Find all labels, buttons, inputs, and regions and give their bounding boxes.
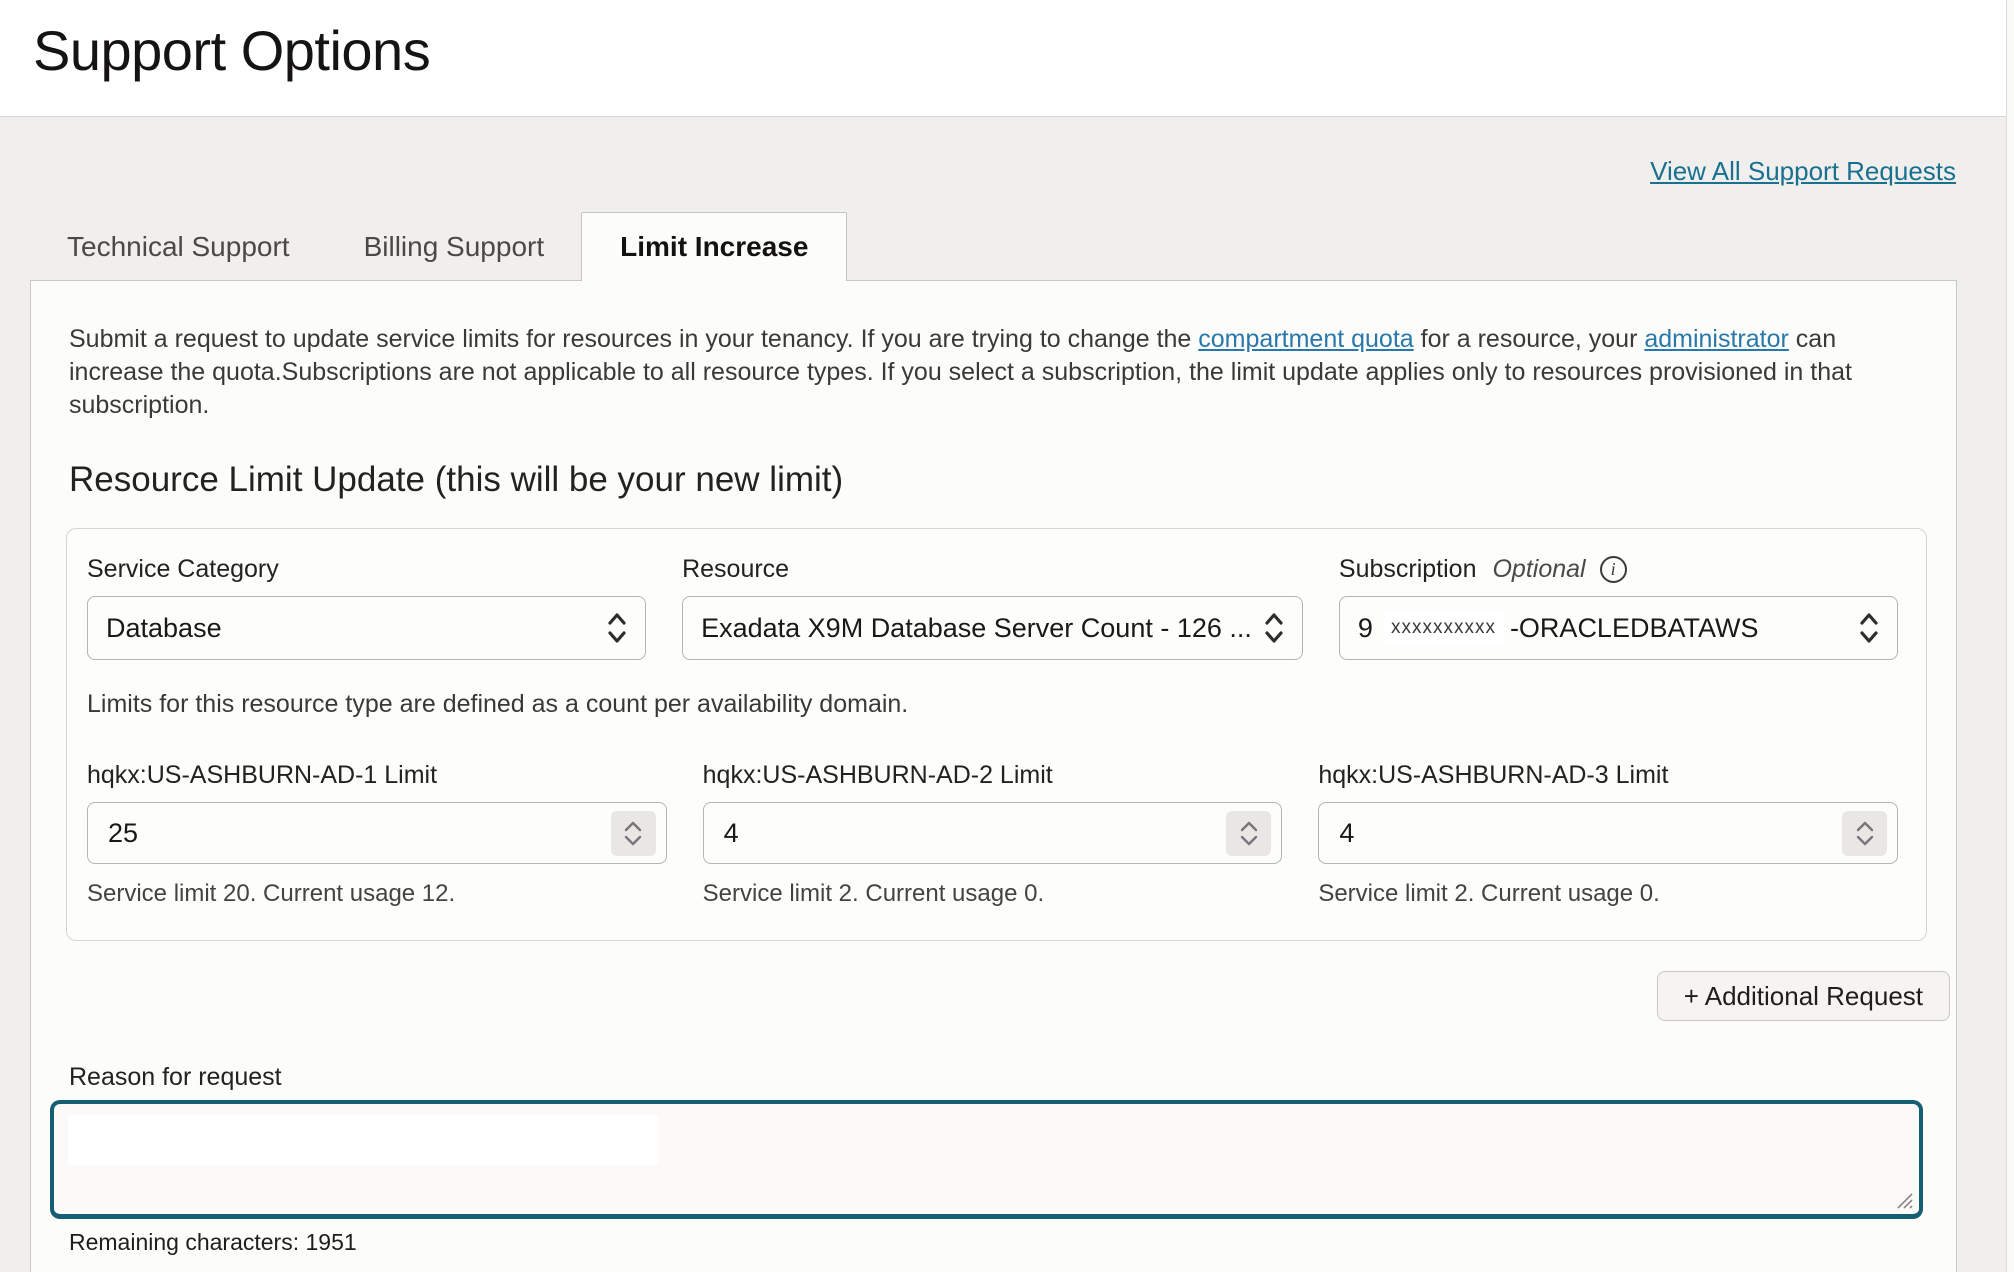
subscription-masked-id: xxxxxxxxxx xyxy=(1383,611,1504,645)
subscription-select[interactable]: 9 xxxxxxxxxx-ORACLEDBATAWS xyxy=(1339,596,1898,660)
ad2-limit-stepper[interactable] xyxy=(1226,811,1271,856)
reason-textarea-container xyxy=(50,1100,1923,1219)
subscription-field: Subscription Optional i 9 xxxxxxxxxx-ORAC… xyxy=(1339,555,1898,660)
service-category-select[interactable]: Database xyxy=(87,596,646,660)
service-category-label: Service Category xyxy=(87,555,646,584)
chevron-up-down-icon xyxy=(605,608,629,648)
ad3-limit-label: hqkx:US-ASHBURN-AD-3 Limit xyxy=(1318,761,1898,790)
chevron-down-icon xyxy=(624,835,642,846)
ad3-limit-field: hqkx:US-ASHBURN-AD-3 Limit Service limit… xyxy=(1318,761,1898,908)
chevron-up-icon xyxy=(1856,821,1874,832)
ad2-limit-input[interactable] xyxy=(703,802,1283,864)
ad2-limit-label: hqkx:US-ASHBURN-AD-2 Limit xyxy=(703,761,1283,790)
subscription-label: Subscription xyxy=(1339,555,1477,584)
resource-value: Exadata X9M Database Server Count - 126 … xyxy=(701,613,1252,644)
ad1-limit-field: hqkx:US-ASHBURN-AD-1 Limit Service limit… xyxy=(87,761,667,908)
ad1-limit-stepper[interactable] xyxy=(611,811,656,856)
ad1-limit-label: hqkx:US-ASHBURN-AD-1 Limit xyxy=(87,761,667,790)
subscription-label-row: Subscription Optional i xyxy=(1339,555,1898,584)
tab-billing-support[interactable]: Billing Support xyxy=(364,231,545,263)
ad3-limit-stepper[interactable] xyxy=(1842,811,1887,856)
subscription-value: 9 xxxxxxxxxx-ORACLEDBATAWS xyxy=(1358,611,1847,645)
additional-request-button[interactable]: + Additional Request xyxy=(1657,971,1950,1021)
chevron-up-icon xyxy=(624,821,642,832)
ad-limits-row: hqkx:US-ASHBURN-AD-1 Limit Service limit… xyxy=(87,761,1898,908)
remaining-characters-text: Remaining characters: 1951 xyxy=(69,1229,1918,1256)
availability-domain-note: Limits for this resource type are define… xyxy=(87,690,1898,719)
resource-field: Resource Exadata X9M Database Server Cou… xyxy=(682,555,1303,660)
resource-label: Resource xyxy=(682,555,1303,584)
administrator-link[interactable]: administrator xyxy=(1644,325,1789,353)
ad3-limit-input-shell xyxy=(1318,802,1898,864)
chevron-up-down-icon xyxy=(1262,608,1286,648)
selector-row: Service Category Database Resource Exada… xyxy=(87,555,1898,660)
support-tabs: Technical Support Billing Support Limit … xyxy=(67,212,847,281)
ad1-limit-input-shell xyxy=(87,802,667,864)
compartment-quota-link[interactable]: compartment quota xyxy=(1198,325,1413,353)
ad2-limit-field: hqkx:US-ASHBURN-AD-2 Limit Service limit… xyxy=(703,761,1283,908)
chevron-up-icon xyxy=(1240,821,1258,832)
chevron-up-down-icon xyxy=(1857,608,1881,648)
ad2-limit-helper: Service limit 2. Current usage 0. xyxy=(703,880,1283,908)
page-header: Support Options xyxy=(0,0,2014,117)
tab-technical-support[interactable]: Technical Support xyxy=(67,231,290,263)
info-icon[interactable]: i xyxy=(1600,556,1627,583)
view-all-support-requests-link[interactable]: View All Support Requests xyxy=(1650,156,1956,187)
page-title: Support Options xyxy=(33,18,430,83)
intro-text-1: Submit a request to update service limit… xyxy=(69,325,1198,353)
subscription-optional-tag: Optional xyxy=(1492,555,1585,584)
chevron-down-icon xyxy=(1240,835,1258,846)
ad2-limit-input-shell xyxy=(703,802,1283,864)
resource-limit-card: Service Category Database Resource Exada… xyxy=(66,528,1927,941)
subscription-value-prefix: 9 xyxy=(1358,613,1373,644)
ad3-limit-helper: Service limit 2. Current usage 0. xyxy=(1318,880,1898,908)
ad3-limit-input[interactable] xyxy=(1318,802,1898,864)
resource-limit-update-heading: Resource Limit Update (this will be your… xyxy=(69,460,1918,500)
reason-textarea[interactable] xyxy=(54,1104,1919,1214)
limit-increase-panel: Submit a request to update service limit… xyxy=(30,280,1957,1272)
ad1-limit-input[interactable] xyxy=(87,802,667,864)
subscription-value-suffix: -ORACLEDBATAWS xyxy=(1510,613,1759,644)
service-category-value: Database xyxy=(106,613,595,644)
tab-limit-increase[interactable]: Limit Increase xyxy=(581,212,847,281)
resize-handle-icon[interactable] xyxy=(1892,1188,1914,1210)
panel-content: Submit a request to update service limit… xyxy=(31,281,1956,1272)
intro-paragraph: Submit a request to update service limit… xyxy=(69,323,1918,422)
vertical-scrollbar[interactable] xyxy=(2006,0,2014,1272)
chevron-down-icon xyxy=(1856,835,1874,846)
resource-select[interactable]: Exadata X9M Database Server Count - 126 … xyxy=(682,596,1303,660)
reason-for-request-label: Reason for request xyxy=(69,1063,1918,1092)
service-category-field: Service Category Database xyxy=(87,555,646,660)
support-options-page: Support Options View All Support Request… xyxy=(0,0,2014,1272)
card-actions: + Additional Request xyxy=(69,971,1950,1021)
intro-text-2: for a resource, your xyxy=(1414,325,1645,353)
ad1-limit-helper: Service limit 20. Current usage 12. xyxy=(87,880,667,908)
